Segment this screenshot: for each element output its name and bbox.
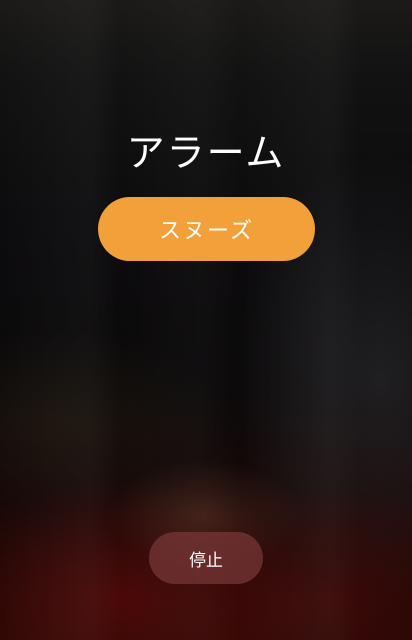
snooze-button[interactable]: スヌーズ <box>98 197 315 261</box>
snooze-button-label: スヌーズ <box>159 219 254 244</box>
alarm-title: アラーム <box>126 131 286 175</box>
stop-button[interactable]: 停止 <box>149 532 263 584</box>
stop-button-label: 停止 <box>189 550 223 571</box>
alarm-screen: アラーム スヌーズ 停止 <box>0 0 412 640</box>
